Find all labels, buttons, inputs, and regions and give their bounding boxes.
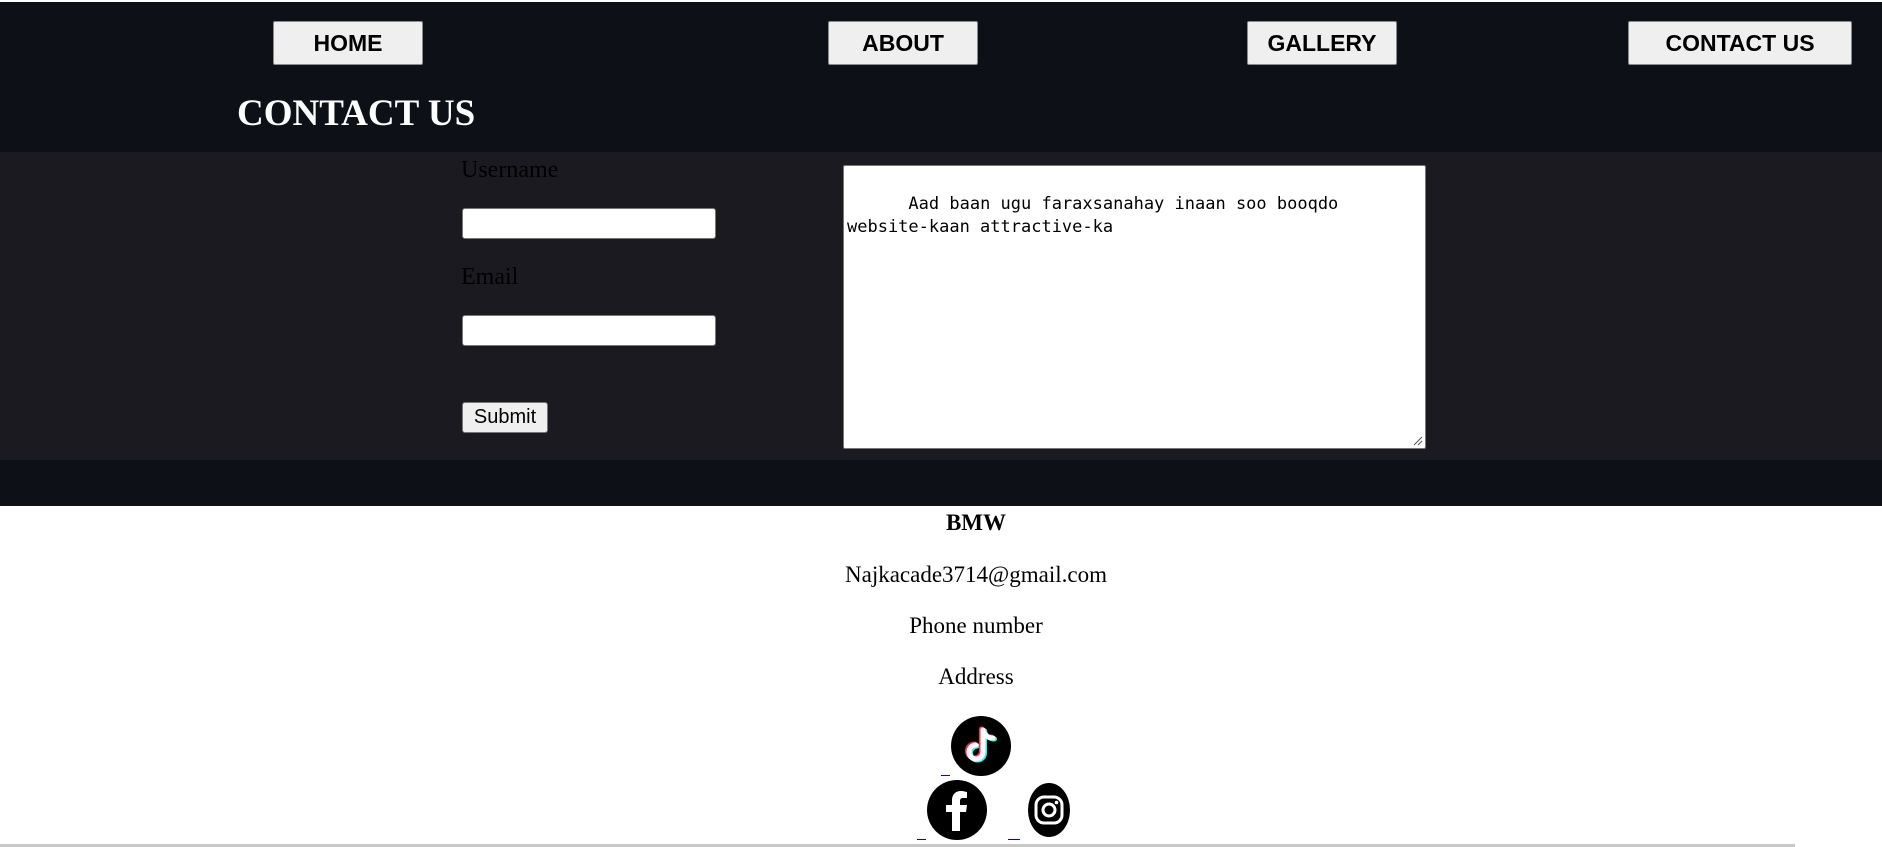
- footer-band: [0, 460, 1882, 506]
- tiktok-link-underline: [941, 775, 950, 776]
- username-label: Username: [461, 157, 559, 183]
- nav-gallery-button[interactable]: GALLERY: [1247, 21, 1397, 65]
- message-text: Aad baan ugu faraxsanahay inaan soo booq…: [847, 194, 1349, 237]
- email-input[interactable]: [462, 315, 716, 346]
- facebook-icon[interactable]: [926, 779, 988, 841]
- nav-home-button[interactable]: HOME: [273, 21, 423, 65]
- nav-contact-button[interactable]: CONTACT US: [1628, 21, 1852, 65]
- submit-button[interactable]: Submit: [462, 402, 548, 433]
- footer-phone: Phone number: [909, 613, 1043, 638]
- email-label: Email: [461, 264, 519, 290]
- message-textarea[interactable]: Aad baan ugu faraxsanahay inaan soo booq…: [843, 165, 1426, 449]
- nav-about-button[interactable]: ABOUT: [828, 21, 978, 65]
- instagram-link-underline: [1008, 839, 1020, 840]
- footer-brand: BMW: [945, 510, 1007, 535]
- footer-email: Najkacade3714@gmail.com: [845, 562, 1107, 587]
- resize-grip-icon[interactable]: [1412, 435, 1423, 446]
- page-title: CONTACT US: [237, 93, 476, 134]
- tiktok-icon[interactable]: [950, 715, 1012, 777]
- username-input[interactable]: [462, 208, 716, 239]
- footer-address: Address: [938, 664, 1014, 689]
- instagram-icon[interactable]: [1027, 782, 1071, 838]
- site-header: HOME ABOUT GALLERY CONTACT US CONTACT US: [0, 2, 1882, 152]
- facebook-link-underline: [917, 839, 926, 840]
